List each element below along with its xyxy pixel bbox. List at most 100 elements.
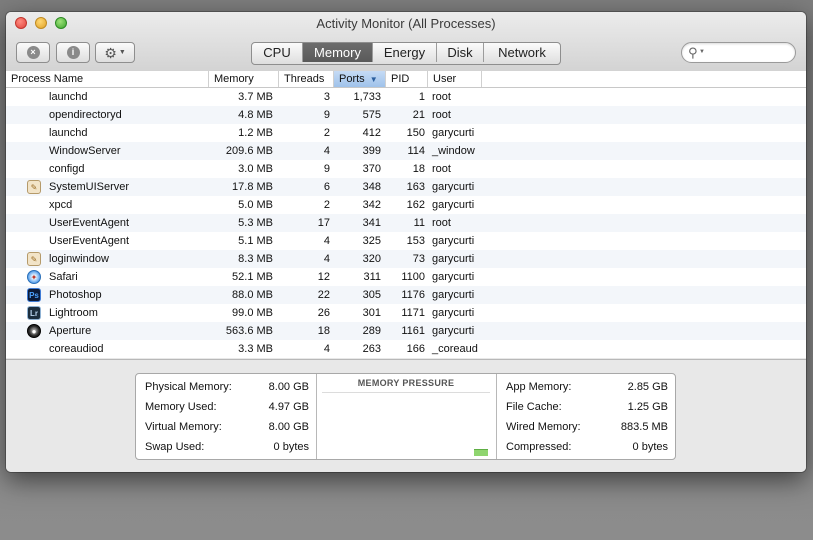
- table-row[interactable]: Ps Photoshop 88.0 MB 22 305 1176 garycurti: [6, 286, 806, 304]
- cell-threads: 18: [317, 325, 330, 337]
- lr-app-icon: Lr: [27, 306, 41, 320]
- activity-monitor-window: Activity Monitor (All Processes) × i ⚙ ▼…: [6, 12, 806, 472]
- memory-stat-row: Wired Memory: 883.5 MB: [497, 417, 675, 437]
- cell-ports: 342: [362, 199, 381, 211]
- table-row[interactable]: Lr Lightroom 99.0 MB 26 301 1171 garycurti: [6, 304, 806, 322]
- cell-threads: 6: [323, 181, 330, 193]
- window-title: Activity Monitor (All Processes): [316, 16, 496, 31]
- memory-stat-value: 8.00 GB: [268, 421, 309, 433]
- cell-name: opendirectoryd: [49, 109, 122, 121]
- cell-threads: 17: [317, 217, 330, 229]
- table-row[interactable]: launchd 1.2 MB 2 412 150 garycurti: [6, 124, 806, 142]
- memory-stat-row: Compressed: 0 bytes: [497, 437, 675, 457]
- cell-user: root: [432, 217, 451, 229]
- cell-memory: 563.6 MB: [225, 325, 273, 337]
- table-row[interactable]: opendirectoryd 4.8 MB 9 575 21 root: [6, 106, 806, 124]
- memory-stats-panel: Physical Memory: 8.00 GB Memory Used: 4.97 …: [135, 373, 676, 460]
- process-table: launchd 3.7 MB 3 1,733 1 root opendirectoryd 4.…: [6, 88, 806, 358]
- cell-name: loginwindow: [49, 253, 109, 265]
- stop-icon: ×: [26, 46, 40, 59]
- table-row[interactable]: ✎ SystemUIServer 17.8 MB 6 348 163 garycurti: [6, 178, 806, 196]
- cell-memory: 209.6 MB: [225, 145, 273, 157]
- tab-energy[interactable]: Energy: [372, 43, 436, 62]
- inspect-process-button[interactable]: i: [56, 42, 90, 63]
- memory-stat-row: Virtual Memory: 8.00 GB: [136, 417, 316, 437]
- table-row[interactable]: UserEventAgent 5.3 MB 17 341 11 root: [6, 214, 806, 232]
- column-header-ports[interactable]: Ports ▼: [334, 71, 386, 87]
- cell-ports: 341: [362, 217, 381, 229]
- toolbar: Activity Monitor (All Processes) × i ⚙ ▼…: [6, 12, 806, 72]
- cell-threads: 2: [323, 199, 330, 211]
- cell-user: root: [432, 163, 451, 175]
- column-header-memory[interactable]: Memory: [209, 71, 279, 87]
- cell-pid: 150: [406, 127, 425, 139]
- chevron-down-icon: ▼: [118, 49, 126, 56]
- cell-name: Aperture: [49, 325, 92, 337]
- ps-app-icon: Ps: [27, 288, 41, 302]
- cell-memory: 88.0 MB: [232, 289, 273, 301]
- cell-pid: 162: [406, 199, 425, 211]
- table-row[interactable]: UserEventAgent 5.1 MB 4 325 153 garycurti: [6, 232, 806, 250]
- view-tabs: CPU Memory Energy Disk Network: [251, 42, 561, 65]
- cell-ports: 263: [362, 343, 381, 355]
- quit-process-button[interactable]: ×: [16, 42, 50, 63]
- cell-user: garycurti: [432, 325, 475, 337]
- memory-stat-label: Memory Used:: [145, 401, 217, 413]
- memory-stats-right: App Memory: 2.85 GB File Cache: 1.25 GB Wire…: [497, 374, 675, 459]
- table-row[interactable]: ✦ Safari 52.1 MB 12 311 1100 garycurti: [6, 268, 806, 286]
- sort-descending-icon: ▼: [369, 75, 378, 84]
- column-header-user[interactable]: User: [428, 71, 482, 87]
- column-header-pid[interactable]: PID: [386, 71, 428, 87]
- action-menu-button[interactable]: ⚙ ▼: [95, 42, 135, 63]
- table-row[interactable]: configd 3.0 MB 9 370 18 root: [6, 160, 806, 178]
- memory-stat-row: Swap Used: 0 bytes: [136, 437, 316, 457]
- tab-disk[interactable]: Disk: [436, 43, 483, 62]
- table-row[interactable]: ● Aperture 563.6 MB 18 289 1161 garycurti: [6, 322, 806, 340]
- table-row[interactable]: WindowServer 209.6 MB 4 399 114 _window: [6, 142, 806, 160]
- cell-memory: 3.0 MB: [238, 163, 273, 175]
- cell-ports: 301: [362, 307, 381, 319]
- cell-ports: 575: [362, 109, 381, 121]
- memory-stat-label: Wired Memory:: [506, 421, 581, 433]
- cell-name: WindowServer: [49, 145, 121, 157]
- cell-name: coreaudiod: [49, 343, 104, 355]
- memory-stat-row: File Cache: 1.25 GB: [497, 397, 675, 417]
- memory-stat-label: Physical Memory:: [145, 381, 232, 393]
- cell-threads: 4: [323, 343, 330, 355]
- gear-icon: ⚙: [104, 44, 117, 61]
- cell-ports: 348: [362, 181, 381, 193]
- cell-memory: 1.2 MB: [238, 127, 273, 139]
- search-icon: ⚲: [688, 45, 698, 60]
- tab-network[interactable]: Network: [483, 43, 560, 62]
- sysui-app-icon: ✎: [27, 180, 41, 194]
- cell-threads: 22: [317, 289, 330, 301]
- cell-name: Safari: [49, 271, 78, 283]
- cell-user: _coreaud: [432, 343, 478, 355]
- info-icon: i: [66, 46, 80, 59]
- cell-pid: 163: [406, 181, 425, 193]
- cell-name: UserEventAgent: [49, 235, 130, 247]
- cell-ports: 289: [362, 325, 381, 337]
- memory-stat-row: Memory Used: 4.97 GB: [136, 397, 316, 417]
- cell-ports: 311: [363, 271, 381, 283]
- memory-summary-area: Physical Memory: 8.00 GB Memory Used: 4.97 …: [6, 359, 806, 472]
- cell-user: _window: [432, 145, 475, 157]
- cell-user: garycurti: [432, 289, 475, 301]
- table-row[interactable]: ✎ loginwindow 8.3 MB 4 320 73 garycurti: [6, 250, 806, 268]
- table-row[interactable]: xpcd 5.0 MB 2 342 162 garycurti: [6, 196, 806, 214]
- cell-user: garycurti: [432, 199, 475, 211]
- cell-name: launchd: [49, 91, 88, 103]
- column-header-process-name[interactable]: Process Name: [6, 71, 209, 87]
- search-field[interactable]: ⚲ ▼: [681, 42, 796, 63]
- search-input[interactable]: [706, 45, 795, 62]
- memory-stat-label: Swap Used:: [145, 441, 205, 453]
- safari-app-icon: ✦: [27, 270, 41, 284]
- cell-threads: 4: [323, 253, 330, 265]
- tab-memory[interactable]: Memory: [302, 43, 372, 62]
- cell-name: xpcd: [49, 199, 73, 211]
- cell-pid: 1161: [401, 325, 425, 337]
- table-row[interactable]: launchd 3.7 MB 3 1,733 1 root: [6, 88, 806, 106]
- tab-cpu[interactable]: CPU: [252, 43, 302, 62]
- table-row[interactable]: coreaudiod 3.3 MB 4 263 166 _coreaud: [6, 340, 806, 358]
- column-header-threads[interactable]: Threads: [279, 71, 334, 87]
